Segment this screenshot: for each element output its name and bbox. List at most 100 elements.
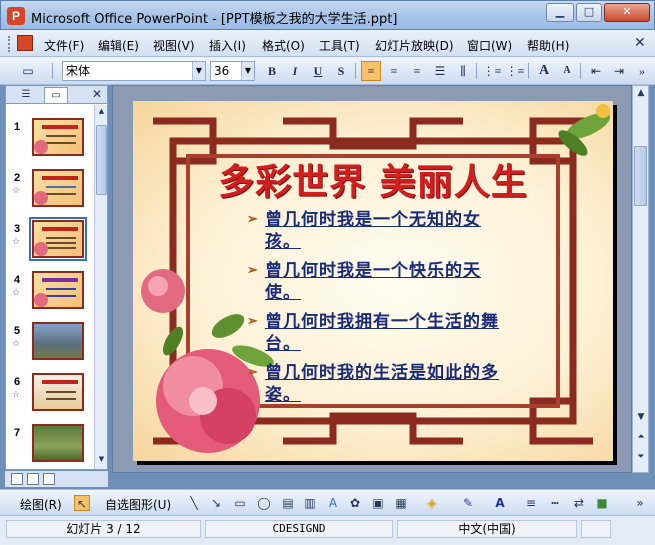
oval-icon[interactable]: ◯ bbox=[256, 495, 272, 511]
close-button[interactable]: ✕ bbox=[604, 3, 650, 22]
menu-format[interactable]: 格式(O) bbox=[262, 37, 305, 54]
bullet-item[interactable]: ➢ 曾几何时我拥有一个生活的舞台。 bbox=[245, 311, 515, 355]
line-style-icon[interactable]: ≡ bbox=[523, 495, 539, 511]
slide-thumbnail[interactable] bbox=[32, 322, 84, 360]
bullet-list[interactable]: ➢ 曾几何时我是一个无知的女孩。 ➢ 曾几何时我是一个快乐的天使。 ➢ 曾几何时我拥有… bbox=[245, 209, 515, 413]
menu-insert[interactable]: 插入(I) bbox=[209, 37, 246, 54]
slide-title[interactable]: 多彩世界 美丽人生 bbox=[133, 153, 613, 205]
bullets-icon[interactable]: ⋮≡ bbox=[505, 61, 525, 81]
slide-thumbnail-row[interactable]: 6 ☆ bbox=[6, 373, 94, 420]
rectangle-icon[interactable]: ▭ bbox=[232, 495, 248, 511]
textbox-icon[interactable]: ▤ bbox=[280, 495, 296, 511]
slides-tab-icon[interactable]: ▭ bbox=[44, 87, 68, 103]
arrow-style-icon[interactable]: ⇄ bbox=[571, 495, 587, 511]
scroll-down-icon[interactable]: ▼ bbox=[635, 412, 647, 422]
scrollbar-thumb[interactable] bbox=[634, 146, 647, 206]
align-left-button[interactable]: ≡ bbox=[361, 61, 381, 81]
picture-icon[interactable]: ▦ bbox=[393, 495, 409, 511]
select-pointer-icon[interactable]: ↖ bbox=[74, 495, 90, 511]
shadow-button[interactable]: S bbox=[331, 61, 351, 81]
menu-grip[interactable] bbox=[8, 36, 11, 52]
shadow-style-icon[interactable]: ■ bbox=[594, 495, 610, 511]
slide-thumbnail-row-selected[interactable]: 3 ☆ bbox=[6, 217, 94, 267]
font-size-select[interactable]: 36 ▼ bbox=[210, 61, 255, 81]
menu-tools[interactable]: 工具(T) bbox=[319, 37, 360, 54]
align-center-button[interactable]: ≡ bbox=[384, 61, 404, 81]
diagram-icon[interactable]: ✿ bbox=[347, 495, 363, 511]
previous-slide-icon[interactable]: ⏶ bbox=[635, 432, 647, 442]
panel-close-icon[interactable]: ✕ bbox=[92, 87, 102, 101]
slide-thumbnail-row[interactable]: 4 ☆ bbox=[6, 271, 94, 318]
new-document-icon[interactable]: ▭ bbox=[18, 61, 38, 81]
decrease-indent-icon[interactable]: ⇤ bbox=[586, 61, 606, 81]
font-color-icon[interactable]: A bbox=[492, 495, 508, 511]
slide-thumbnail[interactable] bbox=[32, 373, 84, 411]
increase-indent-icon[interactable]: ⇥ bbox=[609, 61, 629, 81]
vertical-textbox-icon[interactable]: ▥ bbox=[302, 495, 318, 511]
slide-thumbnail-row[interactable]: 1 bbox=[6, 118, 94, 165]
slide-thumbnail[interactable] bbox=[32, 271, 84, 309]
minimize-button[interactable]: ▁ bbox=[546, 3, 574, 22]
menu-file[interactable]: 文件(F) bbox=[44, 37, 84, 54]
dash-style-icon[interactable]: ┅ bbox=[547, 495, 563, 511]
underline-button[interactable]: U bbox=[308, 61, 328, 81]
slide-thumbnail[interactable] bbox=[32, 169, 84, 207]
align-right-button[interactable]: ≡ bbox=[407, 61, 427, 81]
arrow-icon[interactable]: ↘ bbox=[208, 495, 224, 511]
fill-color-icon[interactable]: ◈ bbox=[424, 495, 440, 511]
slide-thumbnail-row[interactable]: 2 ☆ bbox=[6, 169, 94, 216]
chevron-down-icon[interactable]: ▼ bbox=[241, 62, 254, 80]
menu-edit[interactable]: 编辑(E) bbox=[98, 37, 139, 54]
shrink-font-button[interactable]: A bbox=[557, 61, 577, 81]
bullet-item[interactable]: ➢ 曾几何时我的生活是如此的多姿。 bbox=[245, 362, 515, 406]
slide-canvas[interactable]: 多彩世界 美丽人生 ➢ 曾几何时我是一个无知的女孩。 ➢ 曾几何时我是一个快乐的天使… bbox=[133, 101, 613, 461]
bullet-item[interactable]: ➢ 曾几何时我是一个无知的女孩。 bbox=[245, 209, 515, 253]
line-icon[interactable]: ╲ bbox=[186, 495, 202, 511]
next-slide-icon[interactable]: ⏷ bbox=[635, 452, 647, 462]
slide-area-scrollbar[interactable]: ▲ ▼ ⏶ ⏷ bbox=[632, 85, 649, 473]
slide-thumbnail-row[interactable]: 7 bbox=[6, 424, 94, 471]
animation-star-icon: ☆ bbox=[12, 186, 21, 196]
slide-thumbnail-row[interactable]: 5 ☆ bbox=[6, 322, 94, 369]
status-spare-cell bbox=[581, 520, 611, 538]
bullet-item[interactable]: ➢ 曾几何时我是一个快乐的天使。 bbox=[245, 260, 515, 304]
menu-view[interactable]: 视图(V) bbox=[153, 37, 195, 54]
grow-font-button[interactable]: A bbox=[534, 61, 554, 81]
toolbar-options-icon[interactable]: » bbox=[632, 61, 652, 81]
italic-button[interactable]: I bbox=[285, 61, 305, 81]
animation-star-icon: ☆ bbox=[12, 237, 21, 247]
wordart-icon[interactable]: A bbox=[325, 495, 341, 511]
menu-window[interactable]: 窗口(W) bbox=[467, 37, 512, 54]
scrollbar-thumb[interactable] bbox=[96, 125, 107, 195]
chevron-down-icon[interactable]: ▼ bbox=[192, 62, 205, 80]
bold-button[interactable]: B bbox=[262, 61, 282, 81]
line-color-icon[interactable]: ✎ bbox=[460, 495, 476, 511]
distributed-align-icon[interactable]: ☰ bbox=[430, 61, 450, 81]
clipart-icon[interactable]: ▣ bbox=[370, 495, 386, 511]
powerpoint-app-icon[interactable]: P bbox=[7, 7, 25, 25]
scroll-up-icon[interactable]: ▲ bbox=[96, 107, 107, 119]
slides-panel-scrollbar[interactable]: ▲ ▼ bbox=[94, 105, 107, 469]
numbering-icon[interactable]: ⋮≡ bbox=[482, 61, 502, 81]
slide-thumbnail[interactable] bbox=[32, 118, 84, 156]
document-icon[interactable] bbox=[17, 35, 33, 51]
draw-menu-button[interactable]: 绘图(R) bbox=[20, 496, 62, 513]
toolbar-options-icon[interactable]: » bbox=[632, 495, 648, 511]
menu-help[interactable]: 帮助(H) bbox=[527, 37, 569, 54]
maximize-button[interactable]: □ bbox=[576, 3, 602, 22]
outline-tab-icon[interactable]: ☰ bbox=[14, 87, 38, 103]
scroll-down-icon[interactable]: ▼ bbox=[96, 455, 107, 467]
slide-thumbnail-selected[interactable] bbox=[29, 217, 87, 261]
autoshapes-menu-button[interactable]: 自选图形(U) bbox=[105, 496, 171, 513]
formatting-toolbar: ▭ 宋体 ▼ 36 ▼ B I U S ≡ ≡ ≡ ☰ ⫼ ⋮≡ ⋮≡ A A … bbox=[0, 57, 655, 85]
document-close-icon[interactable]: ✕ bbox=[634, 35, 646, 51]
scroll-up-icon[interactable]: ▲ bbox=[635, 88, 647, 98]
menu-slideshow[interactable]: 幻灯片放映(D) bbox=[375, 37, 454, 54]
normal-view-icon[interactable] bbox=[11, 473, 23, 485]
slide-sorter-view-icon[interactable] bbox=[27, 473, 39, 485]
slide-thumbnail[interactable] bbox=[32, 424, 84, 462]
font-name-select[interactable]: 宋体 ▼ bbox=[62, 61, 206, 81]
vertical-text-icon[interactable]: ⫼ bbox=[453, 61, 473, 81]
slideshow-view-icon[interactable] bbox=[43, 473, 55, 485]
leaf-branch-icon bbox=[558, 104, 611, 156]
